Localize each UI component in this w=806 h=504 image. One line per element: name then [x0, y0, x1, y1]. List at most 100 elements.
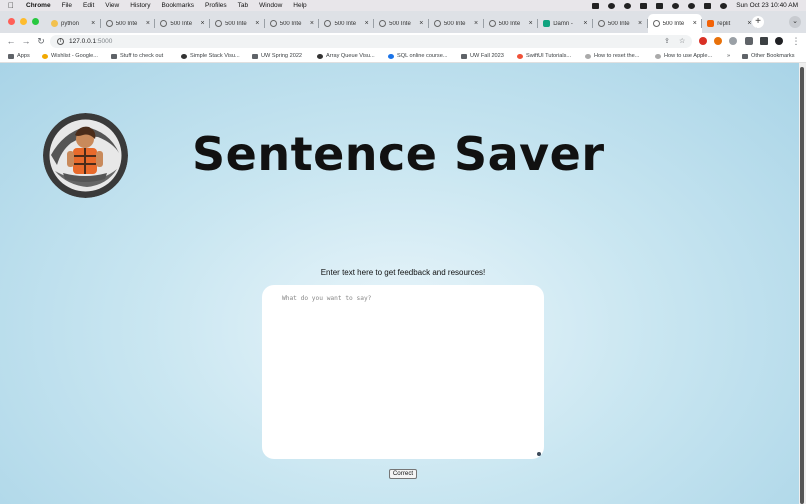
- bookmark-item[interactable]: Wishlist - Google...: [42, 53, 98, 59]
- avatar[interactable]: [775, 37, 783, 45]
- tab[interactable]: Damn - ×: [538, 14, 593, 33]
- close-tab-icon[interactable]: ×: [418, 20, 425, 27]
- control-center-icon[interactable]: [704, 2, 712, 9]
- other-bookmarks[interactable]: Other Bookmarks: [742, 53, 795, 59]
- globe-icon: [269, 20, 277, 27]
- close-tab-icon[interactable]: ×: [90, 20, 97, 27]
- tab-strip: python × 500 Inte × 500 Inte × 500 Inte × 50…: [0, 11, 806, 33]
- folder-icon: [742, 53, 748, 59]
- menu-app-name[interactable]: Chrome: [26, 2, 51, 9]
- bookmark-item[interactable]: Simple Stack Visu...: [181, 53, 240, 59]
- menu-view[interactable]: View: [105, 2, 119, 9]
- search-icon[interactable]: [688, 2, 696, 9]
- zoom-window-button[interactable]: [32, 18, 39, 25]
- tab[interactable]: 500 Inte ×: [155, 14, 210, 33]
- menu-tab[interactable]: Tab: [238, 2, 248, 9]
- close-tab-icon[interactable]: ×: [473, 20, 480, 27]
- menu-window[interactable]: Window: [259, 2, 282, 9]
- siri-icon[interactable]: [720, 2, 728, 9]
- bookmark-apps[interactable]: Apps: [8, 53, 30, 59]
- menu-profiles[interactable]: Profiles: [205, 2, 227, 9]
- sentence-input[interactable]: [262, 285, 544, 459]
- tab[interactable]: 500 Inte ×: [429, 14, 484, 33]
- wifi-icon[interactable]: [672, 2, 680, 9]
- kebab-menu-icon[interactable]: ⋮: [790, 35, 802, 47]
- scrollbar-thumb[interactable]: [800, 67, 804, 504]
- tab[interactable]: 500 Inte ×: [101, 14, 156, 33]
- replit-icon: [707, 20, 715, 27]
- close-tab-icon[interactable]: ×: [144, 20, 151, 27]
- extension-icon[interactable]: [699, 37, 707, 45]
- bookmark-item[interactable]: How to use Apple...: [655, 53, 712, 59]
- bookmark-item[interactable]: SwiftUI Tutorials...: [517, 53, 571, 59]
- tab[interactable]: 500 Inte ×: [484, 14, 539, 33]
- bookmark-item[interactable]: SQL online course...: [388, 53, 447, 59]
- new-tab-button[interactable]: +: [752, 16, 764, 28]
- tab[interactable]: 500 Inte ×: [265, 14, 320, 33]
- window-controls: [8, 18, 39, 25]
- puzzle-icon[interactable]: [745, 37, 753, 45]
- close-window-button[interactable]: [8, 18, 15, 25]
- tab[interactable]: 500 Inte ×: [374, 14, 429, 33]
- life-vest-logo-image: [43, 113, 128, 198]
- moon-icon[interactable]: [624, 2, 632, 9]
- bookmark-item[interactable]: Stuff to check out: [111, 53, 163, 59]
- site-info-icon[interactable]: i: [57, 38, 64, 45]
- globe-icon: [105, 20, 113, 27]
- back-icon[interactable]: ←: [5, 35, 17, 47]
- bookmark-item[interactable]: UW Spring 2022: [252, 53, 302, 59]
- tab[interactable]: 500 Inte ×: [593, 14, 648, 33]
- globe-icon: [488, 20, 496, 27]
- tab-active[interactable]: 500 Inte ×: [647, 14, 703, 33]
- folder-icon: [461, 53, 467, 59]
- apple-icon[interactable]: : [8, 1, 16, 10]
- menu-file[interactable]: File: [62, 2, 72, 9]
- scrollbar[interactable]: [799, 63, 806, 504]
- globe-icon: [215, 20, 223, 27]
- tab[interactable]: 500 Inte ×: [319, 14, 374, 33]
- play-icon[interactable]: [608, 2, 616, 9]
- tab-search-button[interactable]: ⌄: [789, 16, 801, 28]
- close-tab-icon[interactable]: ×: [637, 20, 644, 27]
- menu-bookmarks[interactable]: Bookmarks: [161, 2, 194, 9]
- bookmark-item[interactable]: UW Fall 2023: [461, 53, 504, 59]
- close-tab-icon[interactable]: ×: [527, 20, 534, 27]
- menu-edit[interactable]: Edit: [83, 2, 94, 9]
- tab[interactable]: python ×: [46, 14, 101, 33]
- extension-icon[interactable]: [729, 37, 737, 45]
- bookmark-star-icon[interactable]: ☆: [679, 37, 685, 45]
- browser-toolbar: ← → ↻ i 127.0.0.1:5000 ⇪ ☆ ⋮: [0, 33, 806, 50]
- bookmark-item[interactable]: Array Queue Visu...: [317, 53, 375, 59]
- minimize-window-button[interactable]: [20, 18, 27, 25]
- close-tab-icon[interactable]: ×: [308, 20, 315, 27]
- close-tab-icon[interactable]: ×: [691, 20, 698, 27]
- bookmark-overflow-button[interactable]: »: [727, 53, 730, 59]
- extension-icon[interactable]: [714, 37, 722, 45]
- battery-icon[interactable]: [656, 2, 664, 9]
- globe-icon: [317, 53, 323, 59]
- clock[interactable]: Sun Oct 23 10:40 AM: [736, 2, 798, 9]
- tab[interactable]: replit ×: [702, 14, 757, 33]
- bookmark-item[interactable]: How to reset the...: [585, 53, 639, 59]
- tab[interactable]: 500 Inte ×: [210, 14, 265, 33]
- address-bar[interactable]: i 127.0.0.1:5000 ⇪ ☆: [50, 35, 692, 48]
- reload-icon[interactable]: ↻: [35, 35, 47, 47]
- course-icon: [388, 53, 394, 59]
- screen-icon[interactable]: [592, 2, 600, 9]
- menu-help[interactable]: Help: [293, 2, 306, 9]
- page-title: Sentence Saver: [192, 127, 605, 181]
- close-tab-icon[interactable]: ×: [254, 20, 261, 27]
- resize-handle-icon[interactable]: [537, 452, 541, 456]
- share-icon[interactable]: ⇪: [664, 37, 670, 45]
- forward-icon[interactable]: →: [20, 35, 32, 47]
- globe-icon: [655, 53, 661, 59]
- menu-history[interactable]: History: [130, 2, 150, 9]
- close-tab-icon[interactable]: ×: [363, 20, 370, 27]
- site-logo: [43, 113, 128, 198]
- correct-button[interactable]: Correct: [389, 469, 417, 479]
- side-panel-icon[interactable]: [760, 37, 768, 45]
- close-tab-icon[interactable]: ×: [582, 20, 589, 27]
- sketch-icon[interactable]: [640, 2, 648, 9]
- close-tab-icon[interactable]: ×: [199, 20, 206, 27]
- folder-icon: [252, 53, 258, 59]
